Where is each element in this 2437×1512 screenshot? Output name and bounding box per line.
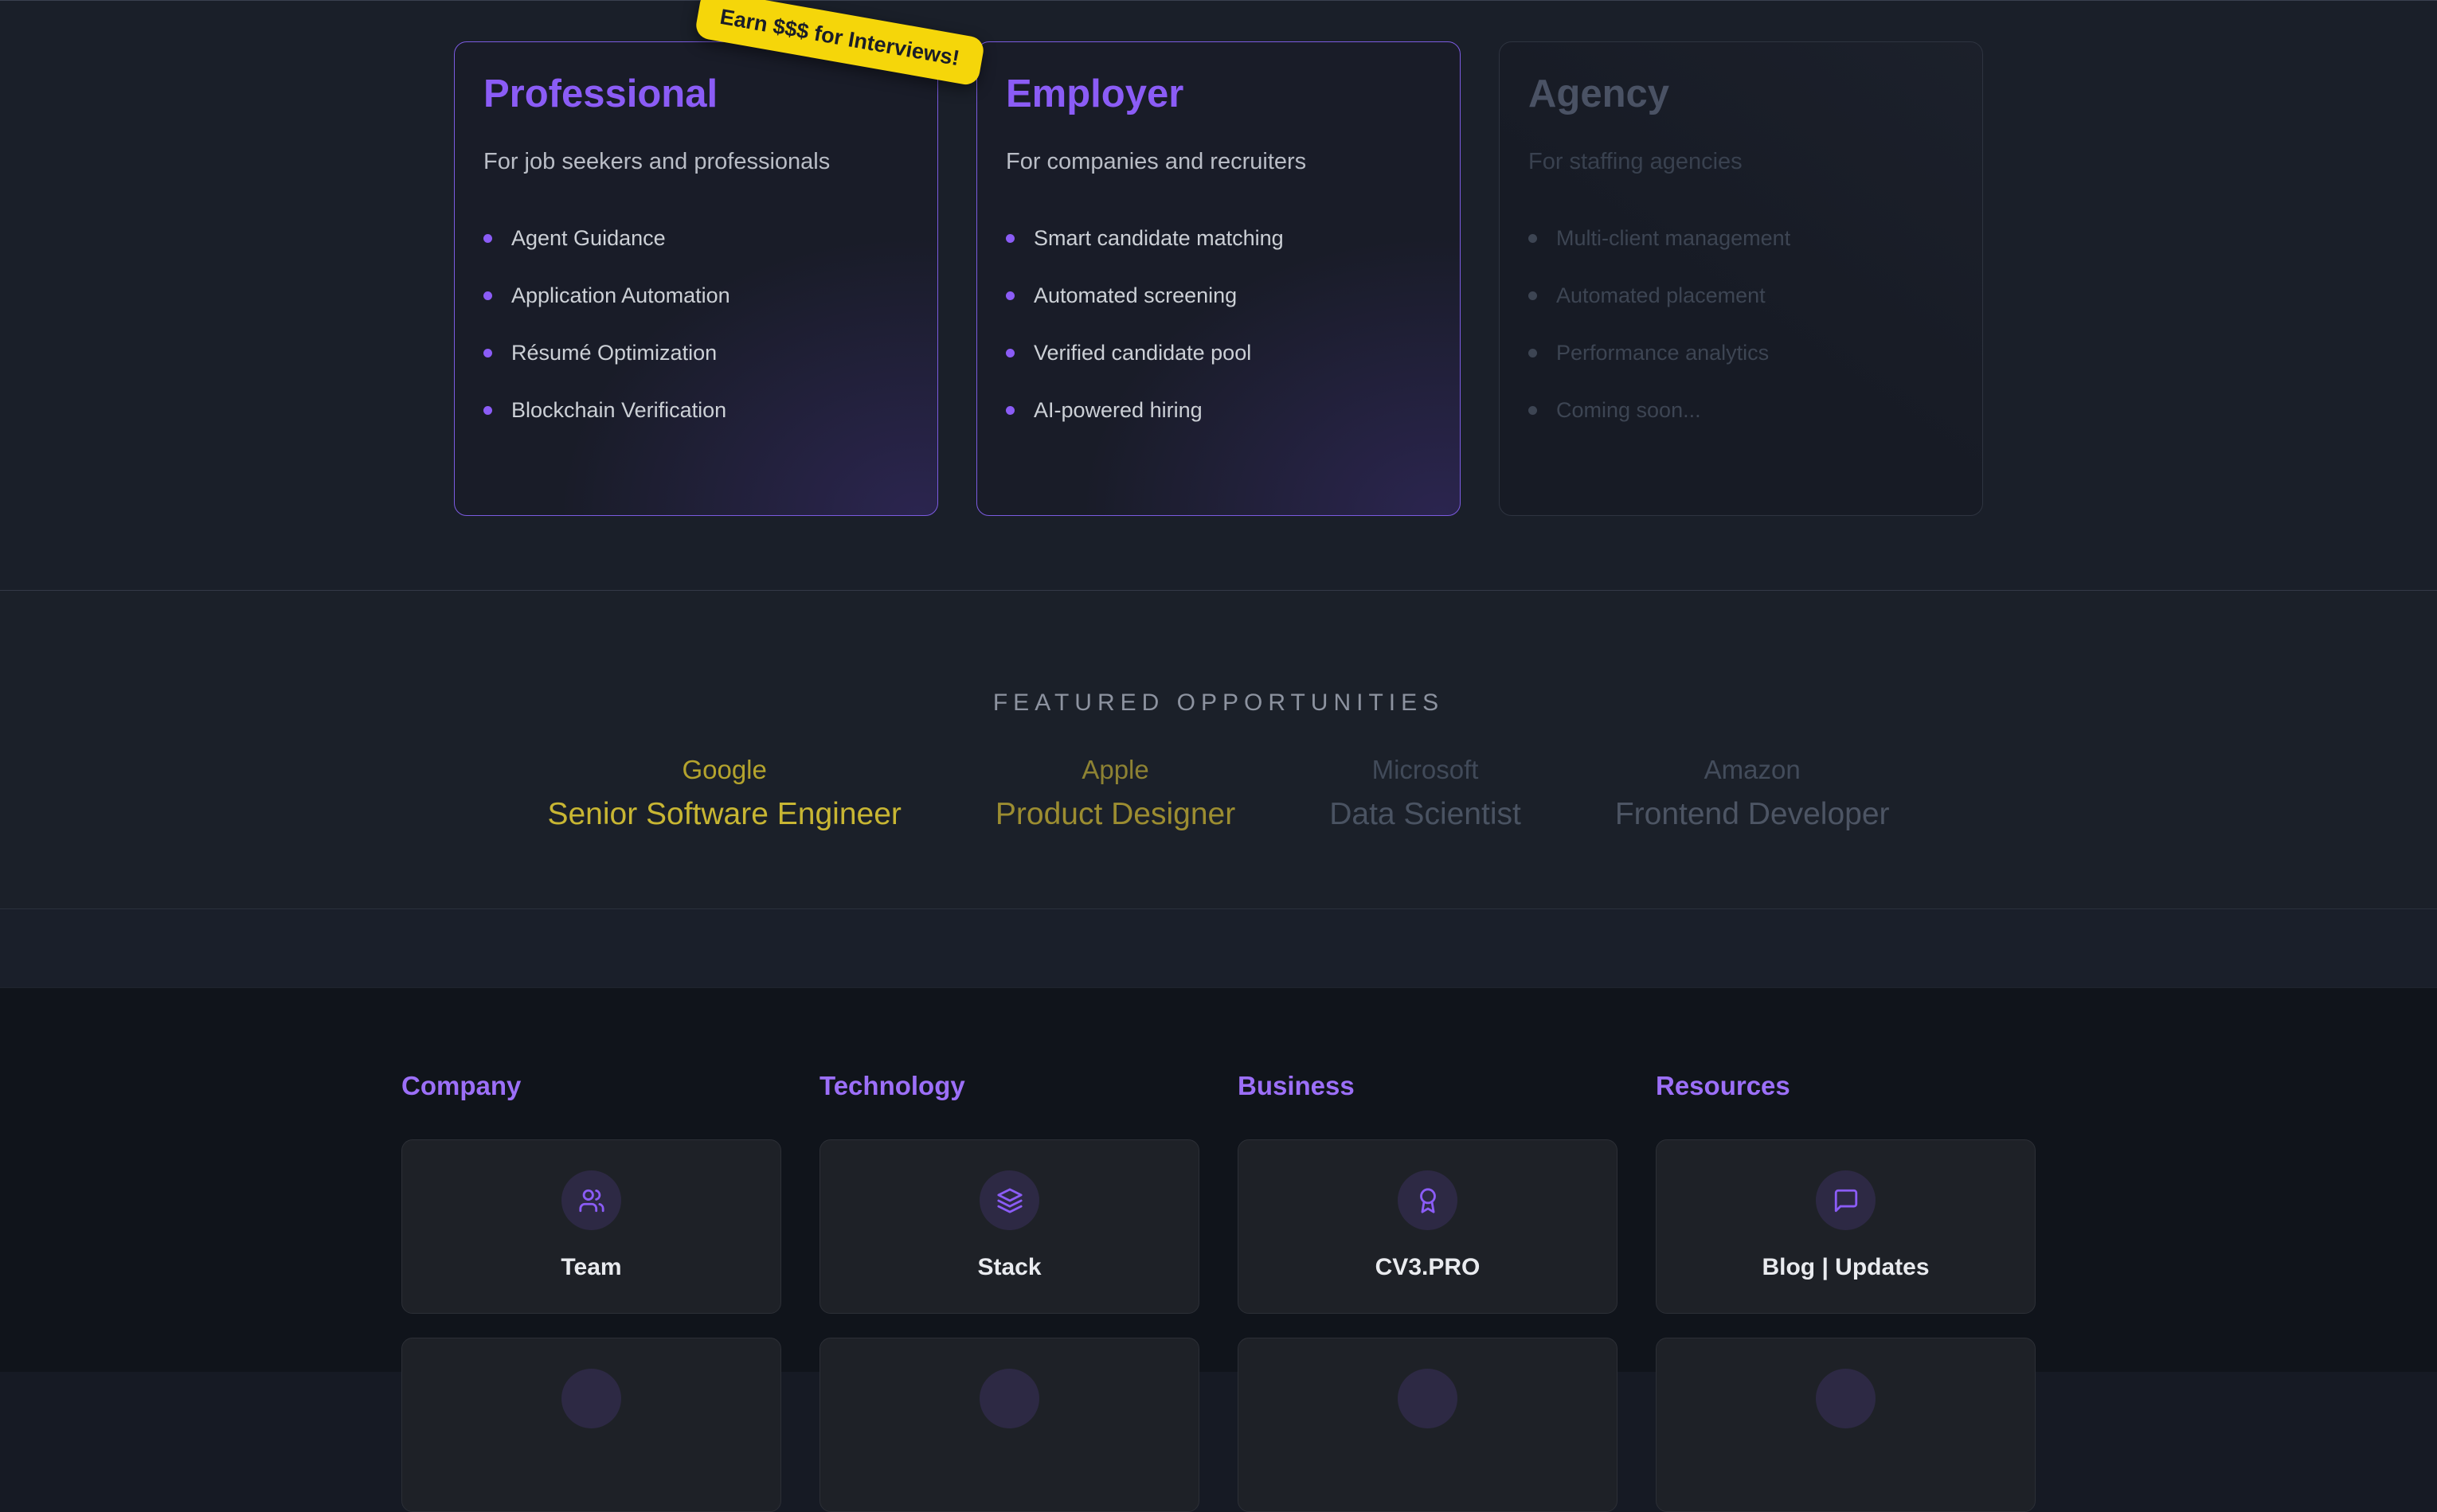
icon-circle bbox=[1816, 1369, 1876, 1428]
award-icon bbox=[1414, 1187, 1441, 1214]
plan-title: Agency bbox=[1528, 71, 1954, 117]
footer-card-partial[interactable] bbox=[1238, 1338, 1617, 1512]
plan-subtitle: For companies and recruiters bbox=[1006, 146, 1431, 178]
footer-heading: Business bbox=[1238, 1071, 1617, 1101]
chat-icon bbox=[1833, 1187, 1860, 1214]
footer-heading: Company bbox=[401, 1071, 781, 1101]
icon-circle bbox=[561, 1170, 621, 1230]
icon-circle bbox=[561, 1369, 621, 1428]
icon-circle bbox=[1398, 1170, 1457, 1230]
plan-card-agency: Agency For staffing agencies Multi-clien… bbox=[1499, 41, 1983, 516]
footer-column-business: Business CV3.PRO bbox=[1238, 1071, 1617, 1512]
plan-feature: AI-powered hiring bbox=[1006, 381, 1431, 439]
plan-feature: Verified candidate pool bbox=[1006, 324, 1431, 381]
plan-feature: Résumé Optimization bbox=[483, 324, 909, 381]
plan-feature-list: Smart candidate matching Automated scree… bbox=[1006, 209, 1431, 439]
plan-subtitle: For staffing agencies bbox=[1528, 146, 1954, 178]
plan-feature: Automated screening bbox=[1006, 267, 1431, 324]
bullet-icon bbox=[483, 291, 492, 300]
footer-card-stack[interactable]: Stack bbox=[820, 1139, 1199, 1314]
bullet-icon bbox=[483, 234, 492, 243]
bullet-icon bbox=[1006, 234, 1015, 243]
bullet-icon bbox=[483, 406, 492, 415]
plan-card-professional[interactable]: Professional For job seekers and profess… bbox=[454, 41, 938, 516]
featured-heading: FEATURED OPPORTUNITIES bbox=[0, 591, 2437, 717]
section-divider-band bbox=[0, 908, 2437, 987]
footer-heading: Technology bbox=[820, 1071, 1199, 1101]
job-title: Product Designer bbox=[996, 795, 1235, 834]
plan-feature: Automated placement bbox=[1528, 267, 1954, 324]
footer-card-partial[interactable] bbox=[1656, 1338, 2036, 1512]
job-company: Microsoft bbox=[1329, 753, 1521, 787]
bullet-icon bbox=[483, 349, 492, 357]
plan-title: Employer bbox=[1006, 71, 1431, 117]
job-title: Senior Software Engineer bbox=[547, 795, 901, 834]
featured-job-apple[interactable]: Apple Product Designer bbox=[996, 753, 1235, 834]
footer-column-company: Company Team bbox=[401, 1071, 781, 1512]
footer-section: Company Team Technology bbox=[0, 987, 2437, 1372]
featured-job-amazon[interactable]: Amazon Frontend Developer bbox=[1615, 753, 1890, 834]
users-icon bbox=[578, 1187, 605, 1214]
plan-feature: Agent Guidance bbox=[483, 209, 909, 267]
footer-card-label: Stack bbox=[977, 1254, 1041, 1281]
job-company: Amazon bbox=[1615, 753, 1890, 787]
footer-column-resources: Resources Blog | Updates bbox=[1656, 1071, 2036, 1512]
footer-card-label: CV3.PRO bbox=[1375, 1254, 1481, 1281]
footer-card-label: Team bbox=[561, 1254, 621, 1281]
footer-card-partial[interactable] bbox=[401, 1338, 781, 1512]
footer-column-technology: Technology Stack bbox=[820, 1071, 1199, 1512]
icon-circle bbox=[980, 1369, 1039, 1428]
footer-card-partial[interactable] bbox=[820, 1338, 1199, 1512]
plan-subtitle: For job seekers and professionals bbox=[483, 146, 909, 178]
footer-grid: Company Team Technology bbox=[401, 988, 2036, 1512]
featured-job-google[interactable]: Google Senior Software Engineer bbox=[547, 753, 901, 834]
bullet-icon bbox=[1006, 291, 1015, 300]
bullet-icon bbox=[1006, 406, 1015, 415]
job-title: Frontend Developer bbox=[1615, 795, 1890, 834]
featured-jobs-carousel: Google Senior Software Engineer Apple Pr… bbox=[0, 753, 2437, 834]
plan-feature: Smart candidate matching bbox=[1006, 209, 1431, 267]
job-company: Google bbox=[547, 753, 901, 787]
bullet-icon bbox=[1528, 291, 1537, 300]
icon-circle bbox=[1398, 1369, 1457, 1428]
plan-feature-list: Agent Guidance Application Automation Ré… bbox=[483, 209, 909, 439]
bullet-icon bbox=[1006, 349, 1015, 357]
plan-title: Professional bbox=[483, 71, 909, 117]
layers-icon bbox=[996, 1187, 1023, 1214]
job-company: Apple bbox=[996, 753, 1235, 787]
plans-section: Earn $$$ for Interviews! Professional Fo… bbox=[0, 0, 2437, 590]
job-title: Data Scientist bbox=[1329, 795, 1521, 834]
bullet-icon bbox=[1528, 406, 1537, 415]
icon-circle bbox=[1816, 1170, 1876, 1230]
bullet-icon bbox=[1528, 234, 1537, 243]
plan-card-employer[interactable]: Employer For companies and recruiters Sm… bbox=[976, 41, 1461, 516]
footer-card-blog[interactable]: Blog | Updates bbox=[1656, 1139, 2036, 1314]
bullet-icon bbox=[1528, 349, 1537, 357]
icon-circle bbox=[980, 1170, 1039, 1230]
footer-card-cv3pro[interactable]: CV3.PRO bbox=[1238, 1139, 1617, 1314]
plan-feature-list: Multi-client management Automated placem… bbox=[1528, 209, 1954, 439]
footer-heading: Resources bbox=[1656, 1071, 2036, 1101]
plan-feature: Coming soon... bbox=[1528, 381, 1954, 439]
footer-card-team[interactable]: Team bbox=[401, 1139, 781, 1314]
footer-card-label: Blog | Updates bbox=[1762, 1254, 1929, 1281]
featured-job-microsoft[interactable]: Microsoft Data Scientist bbox=[1329, 753, 1521, 834]
featured-opportunities-section: FEATURED OPPORTUNITIES Google Senior Sof… bbox=[0, 590, 2437, 908]
plan-feature: Multi-client management bbox=[1528, 209, 1954, 267]
plan-feature: Performance analytics bbox=[1528, 324, 1954, 381]
plans-row: Professional For job seekers and profess… bbox=[0, 1, 2437, 516]
plan-feature: Blockchain Verification bbox=[483, 381, 909, 439]
plan-feature: Application Automation bbox=[483, 267, 909, 324]
